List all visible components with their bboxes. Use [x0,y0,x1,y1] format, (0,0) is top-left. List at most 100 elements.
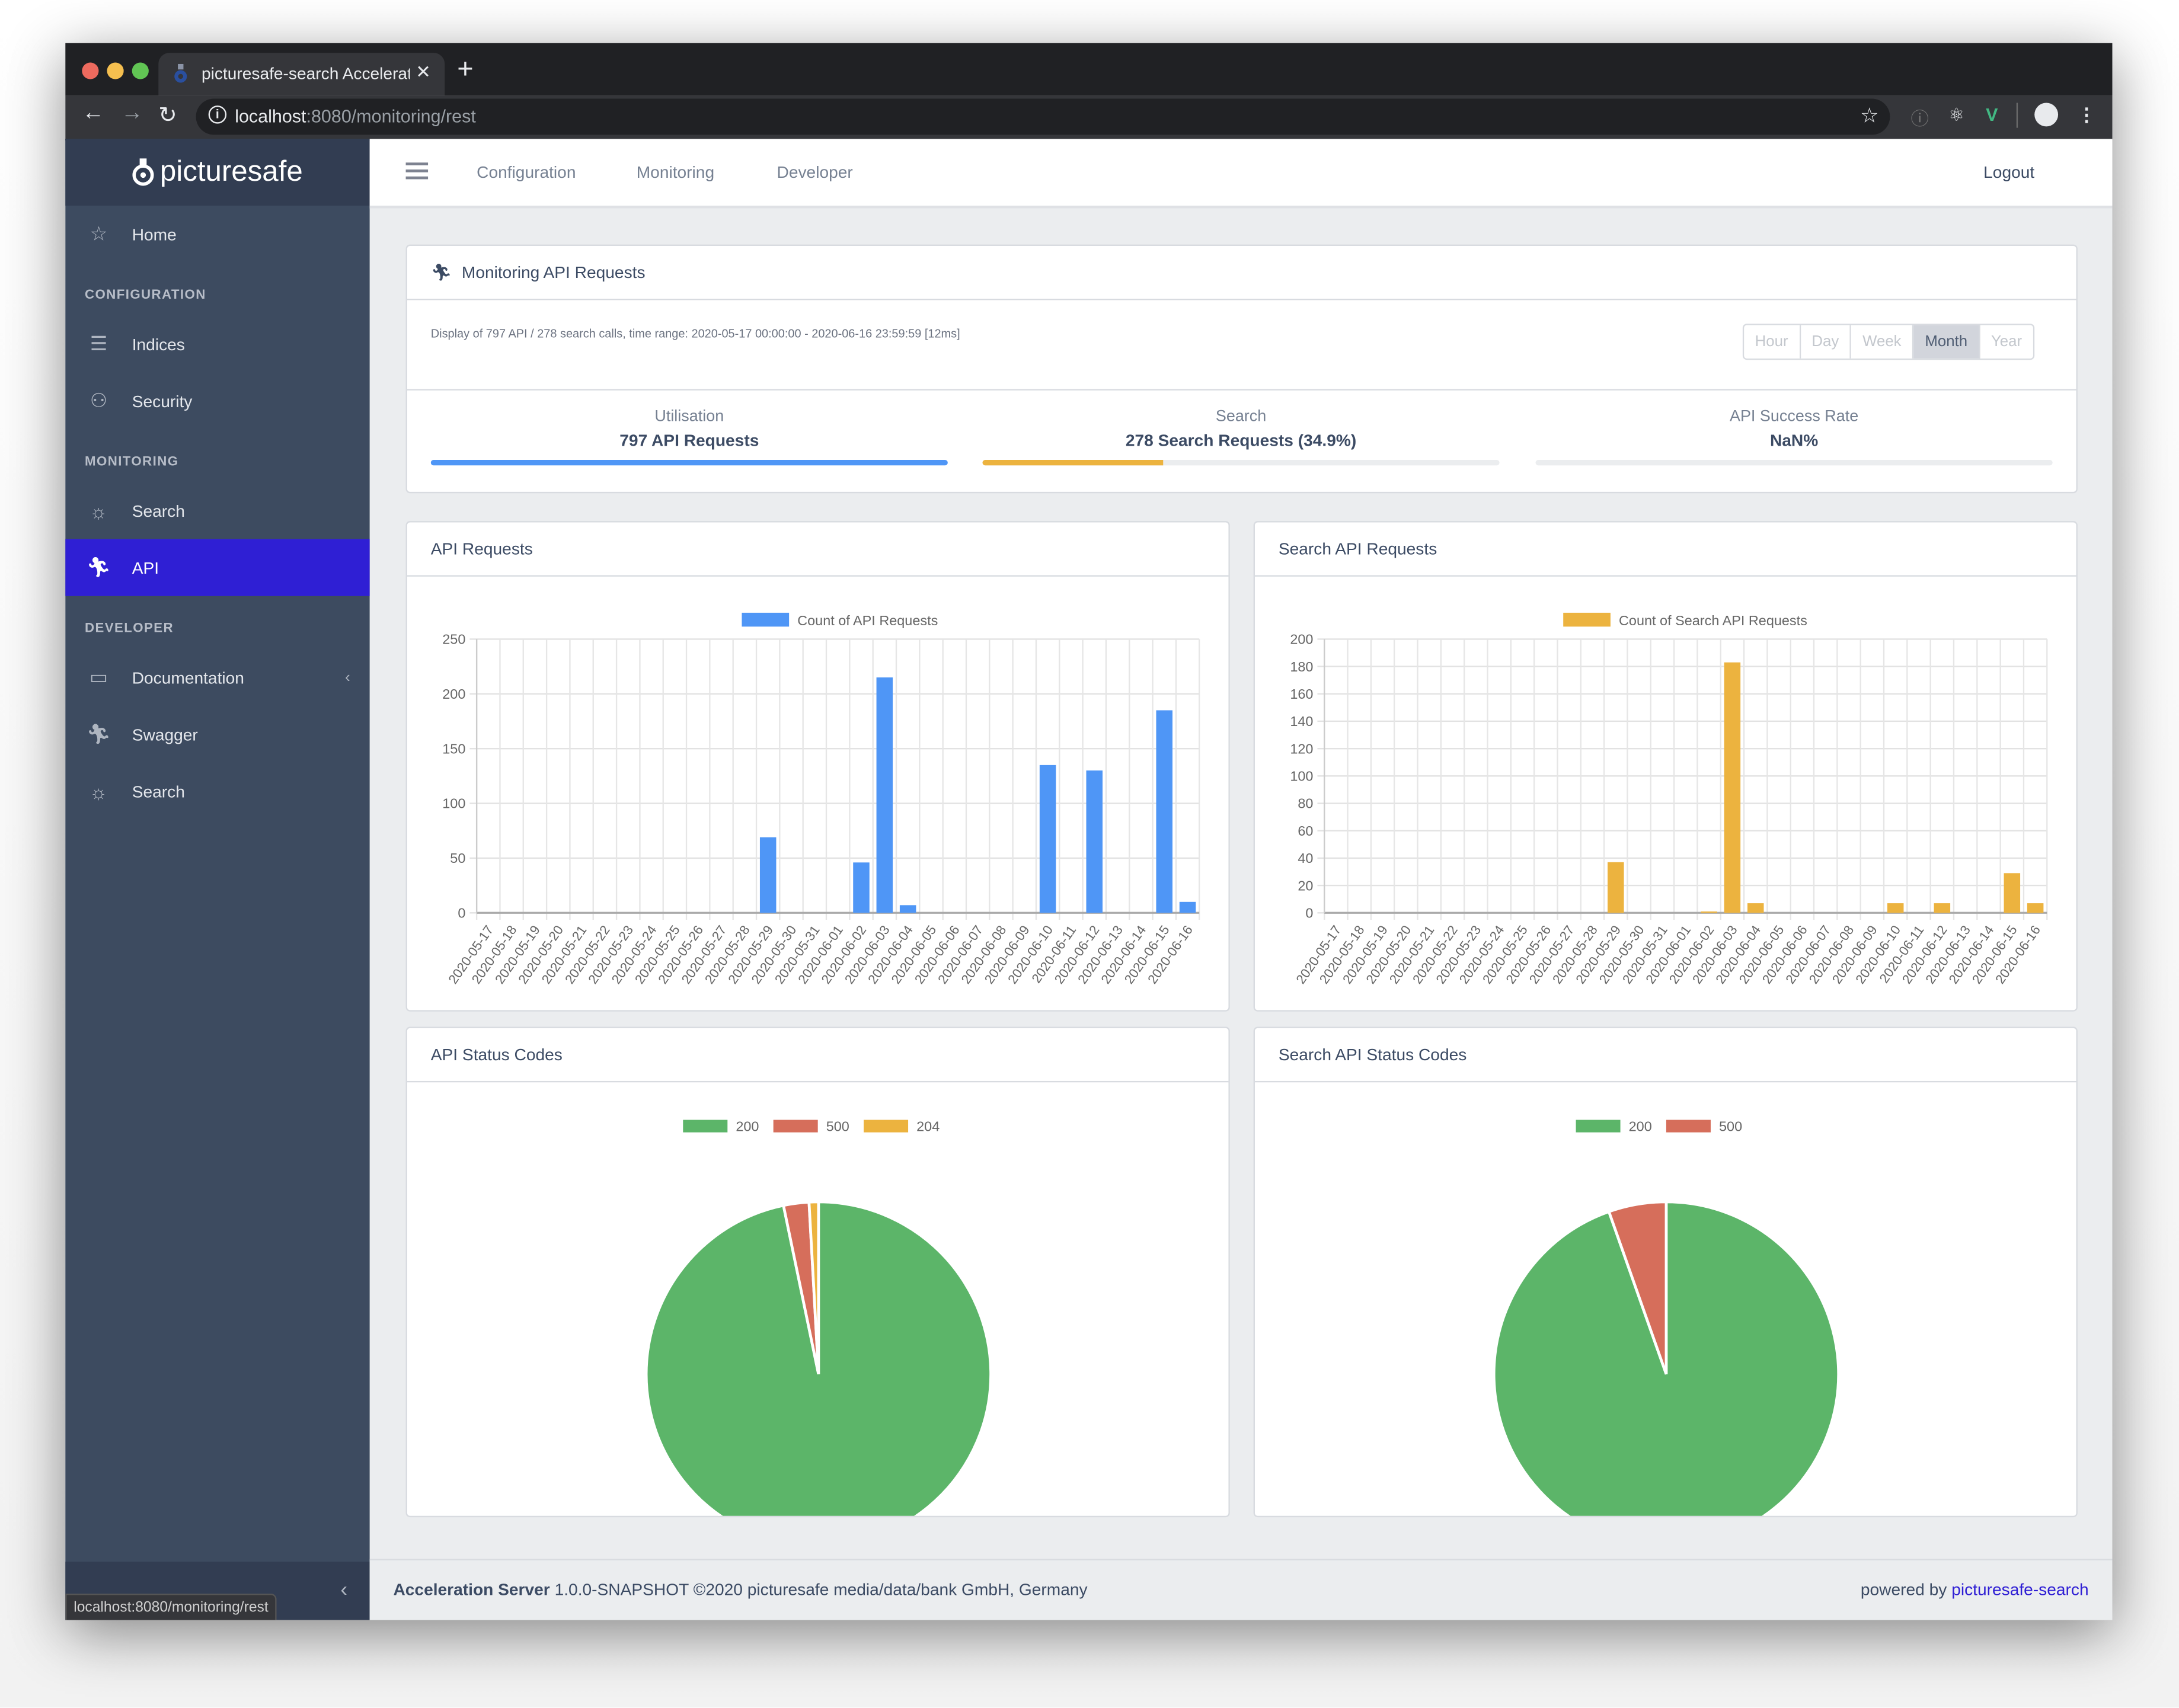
sidebar-item-api[interactable]: 🏃︎ API [65,539,370,596]
close-tab-icon[interactable]: ✕ [416,61,431,84]
time-range-info: Display of 797 API / 278 search calls, t… [430,326,960,341]
picturesafe-favicon-icon [174,63,187,83]
running-icon: 🏃︎ [86,722,111,745]
legend-swatch [742,612,790,627]
react-devtools-extension-icon[interactable]: ⚛ [1948,104,1964,127]
progress-fill [982,459,1163,466]
y-tick-label: 50 [450,850,465,866]
nav-link-monitoring[interactable]: Monitoring [637,162,714,182]
tab-title: picturesafe-search Acceleration Server [201,63,410,84]
footer-powered-by: powered by [1860,1579,1947,1600]
range-button-month[interactable]: Month [1913,325,1980,359]
url-path: :8080/monitoring/rest [306,105,476,127]
sidebar-collapse-chevron-icon[interactable]: ‹ [340,1578,347,1602]
bar [1039,765,1056,913]
nav-link-developer[interactable]: Developer [777,162,853,182]
status-bar-url: localhost:8080/monitoring/rest [65,1594,277,1620]
stats-row: Utilisation 797 API Requests Search 278 … [407,389,2076,494]
card-header: API Requests [407,522,1229,577]
forward-arrow-icon[interactable]: → [121,101,143,126]
range-button-hour[interactable]: Hour [1743,325,1801,359]
legend-label: Count of API Requests [797,613,938,628]
card-header: 🏃︎ Monitoring API Requests [407,246,2076,300]
card-header: Search API Requests [1254,522,2076,577]
sidebar-item-label: Documentation [132,667,244,687]
bar [1086,770,1103,913]
chevron-left-icon[interactable]: ‹ [345,669,350,686]
sidebar-item-developer-search[interactable]: ☼ Search [65,763,369,820]
sidebar-item-label: Home [132,224,177,244]
hamburger-menu-icon[interactable] [405,162,429,180]
bar [899,905,916,913]
tab-bar: picturesafe-search Acceleration Server ✕… [65,43,2113,96]
bar [1747,903,1764,913]
stat-title: Search [1215,408,1267,426]
toolbar-divider [2016,103,2018,128]
bar [1887,903,1904,913]
sidebar-item-label: API [132,558,159,578]
y-tick-label: 40 [1298,850,1313,866]
top-navbar: Configuration Monitoring Developer Logou… [369,139,2113,209]
brand-name: picturesafe [159,155,303,188]
range-button-week[interactable]: Week [1851,325,1914,359]
browser-menu-icon[interactable]: ⋮ [2078,104,2095,127]
bookmark-star-icon[interactable]: ☆ [1860,103,1879,128]
browser-tab[interactable]: picturesafe-search Acceleration Server ✕ [158,53,445,96]
minimize-window-button[interactable] [107,62,124,79]
stat-api-success-rate: API Success Rate NaN% [1535,408,2053,466]
logout-link[interactable]: Logout [1983,162,2034,182]
stat-search: Search 278 Search Requests (34.9%) [982,408,1500,466]
bar [2027,903,2044,913]
reload-icon[interactable]: ↻ [158,101,177,129]
sidebar-item-swagger[interactable]: 🏃︎ Swagger [65,706,369,763]
sidebar-item-security[interactable]: ⚇ Security [65,372,369,429]
vue-devtools-extension-icon[interactable]: V [1986,104,1998,125]
search-api-status-codes-card: Search API Status Codes 200 500 [1253,1026,2078,1548]
api-status-codes-card: API Status Codes 200 500 204 [405,1026,1230,1548]
new-tab-button[interactable]: + [457,54,473,86]
maximize-window-button[interactable] [132,62,149,79]
legend-label: 500 [826,1118,849,1134]
range-button-year[interactable]: Year [1980,325,2033,359]
back-arrow-icon[interactable]: ← [82,101,104,126]
range-button-day[interactable]: Day [1800,325,1852,359]
card-header: Search API Status Codes [1254,1028,2076,1083]
footer-product: Acceleration Server [393,1579,550,1600]
sidebar: picturesafe ☆ Home CONFIGURATION ☰ Indic… [65,139,370,1620]
1password-extension-icon[interactable]: ⓘ [1911,104,1929,131]
stat-value: NaN% [1769,430,1819,450]
site-info-icon[interactable]: i [208,105,227,124]
legend-swatch [683,1120,728,1133]
star-icon: ☆ [90,222,108,245]
address-bar-row: ← → ↻ i localhost:8080/monitoring/rest ☆… [65,95,2113,140]
stat-value: 797 API Requests [619,430,759,450]
legend-swatch [1563,612,1611,627]
picturesafe-search-link[interactable]: picturesafe-search [1951,1580,2088,1600]
y-tick-label: 0 [458,905,465,920]
sidebar-item-indices[interactable]: ☰ Indices [65,315,369,372]
bar [1701,911,1717,913]
sidebar-item-label: Search [132,501,185,520]
page-footer: Acceleration Server 1.0.0-SNAPSHOT ©2020… [369,1559,2113,1620]
footer-version: 1.0.0-SNAPSHOT ©2020 picturesafe media/d… [554,1579,1088,1600]
bar [853,862,870,913]
sun-icon: ☼ [90,499,108,522]
sidebar-item-home[interactable]: ☆ Home [65,206,369,263]
url-input[interactable]: i localhost:8080/monitoring/rest ☆ [196,98,1890,135]
sidebar-item-documentation[interactable]: ▭ Documentation ‹ [65,649,369,706]
legend-label: Count of Search API Requests [1619,613,1807,628]
card-header: API Status Codes [407,1028,1229,1083]
sidebar-item-label: Indices [132,334,185,354]
sidebar-item-monitoring-search[interactable]: ☼ Search [65,482,369,539]
y-tick-label: 150 [442,741,465,756]
section-developer: DEVELOPER [85,620,174,636]
progress-fill [430,459,948,466]
profile-avatar-icon[interactable] [2034,103,2059,127]
close-window-button[interactable] [82,62,99,79]
y-tick-label: 60 [1298,823,1313,839]
section-monitoring: MONITORING [85,454,179,470]
stat-title: API Success Rate [1729,408,1859,426]
y-tick-label: 200 [442,686,465,702]
nav-link-configuration[interactable]: Configuration [477,162,576,182]
brand-logo[interactable]: picturesafe [65,139,370,206]
